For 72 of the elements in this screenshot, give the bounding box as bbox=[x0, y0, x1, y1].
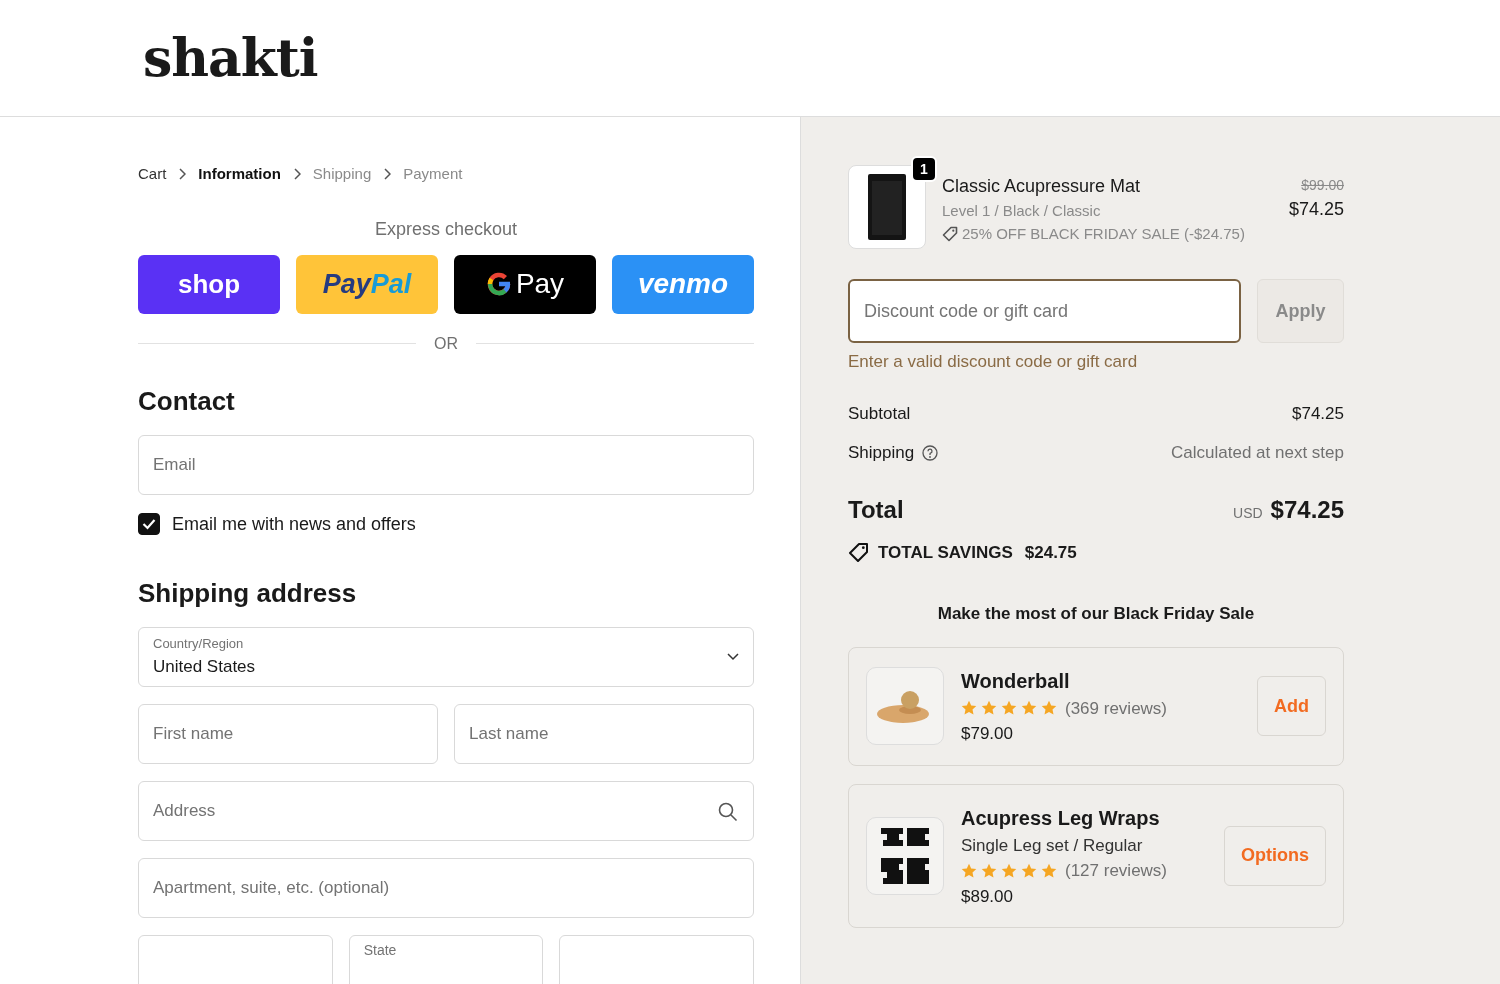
address-field[interactable]: Address bbox=[138, 780, 754, 841]
last-name-field[interactable]: Last name bbox=[454, 703, 754, 764]
currency-code: USD bbox=[1233, 503, 1263, 523]
star-icon bbox=[1041, 862, 1057, 879]
field-value: United States bbox=[153, 655, 256, 678]
product-price: $89.00 bbox=[961, 885, 1014, 908]
divider-text: OR bbox=[434, 333, 458, 354]
tag-icon bbox=[848, 542, 870, 563]
field-label: Country/Region bbox=[153, 635, 245, 653]
quantity-badge: 1 bbox=[911, 156, 937, 182]
apartment-field[interactable]: Apartment, suite, etc. (optional) bbox=[138, 857, 754, 918]
chevron-right-icon bbox=[292, 168, 301, 181]
product-variant: Level 1 / Black / Classic bbox=[942, 201, 1102, 221]
product-name: Wonderball bbox=[961, 668, 1071, 694]
savings-label: TOTAL SAVINGS bbox=[878, 541, 1013, 564]
star-icon bbox=[1021, 700, 1037, 717]
discount-code-field[interactable]: Discount code or gift card bbox=[848, 279, 1241, 343]
tag-icon bbox=[942, 225, 958, 242]
shipping-address-heading: Shipping address bbox=[138, 576, 358, 610]
error-message: Enter a valid discount code or gift card bbox=[848, 351, 1139, 373]
checkmark-icon bbox=[142, 518, 156, 530]
g-logo-icon bbox=[485, 271, 512, 297]
breadcrumb-link[interactable]: Shipping bbox=[312, 163, 372, 186]
city-field[interactable] bbox=[138, 934, 333, 984]
first-name-field[interactable]: First name bbox=[138, 703, 438, 764]
subtotal-value: $74.25 bbox=[1292, 402, 1344, 425]
star-icon bbox=[1001, 700, 1017, 717]
shipping-value: Calculated at next step bbox=[1171, 442, 1344, 464]
star-icon bbox=[1021, 862, 1037, 879]
search-icon bbox=[718, 801, 738, 822]
product-name: Classic Acupressure Mat bbox=[942, 175, 1142, 198]
upsell-title: Make the most of our Black Friday Sale bbox=[936, 603, 1256, 625]
product-variant: Single Leg set / Regular bbox=[961, 834, 1144, 857]
star-icon bbox=[1041, 700, 1057, 717]
express-checkout-title: Express checkout bbox=[373, 217, 519, 241]
savings-value: $24.75 bbox=[1024, 541, 1077, 564]
discount-text: 25% OFF BLACK FRIDAY SALE (-$24.75) bbox=[962, 223, 1245, 244]
gpay-pay-button[interactable]: Pay bbox=[454, 254, 596, 314]
chevron-right-icon bbox=[383, 168, 392, 181]
subtotal-label: Subtotal bbox=[848, 402, 911, 425]
help-icon bbox=[922, 444, 939, 461]
star-icon bbox=[1001, 862, 1017, 879]
product-name: Acupress Leg Wraps bbox=[961, 805, 1161, 831]
country-select[interactable]: Country/Region United States bbox=[138, 626, 754, 687]
star-icon bbox=[981, 862, 997, 879]
chevron-right-icon bbox=[178, 168, 187, 181]
review-count: (369 reviews) bbox=[1065, 697, 1168, 720]
product-price: $74.25 bbox=[1288, 198, 1344, 221]
mat-drawing bbox=[867, 173, 907, 241]
breadcrumb-link[interactable]: Cart bbox=[138, 163, 167, 186]
newsletter-label: Email me with news and offers bbox=[172, 512, 416, 536]
shipping-label: Shipping bbox=[848, 442, 915, 464]
total-label: Total bbox=[848, 494, 904, 525]
contact-heading: Contact bbox=[138, 384, 236, 418]
shop-pay-button[interactable]: shop bbox=[138, 254, 280, 314]
state-select[interactable]: State bbox=[348, 934, 544, 984]
newsletter-checkbox[interactable] bbox=[138, 513, 160, 535]
breadcrumb-link[interactable]: Information bbox=[198, 163, 281, 186]
star-icon bbox=[961, 862, 977, 879]
zip-code-field[interactable] bbox=[559, 934, 754, 984]
paypal-pay-button[interactable]: PayPal bbox=[296, 254, 438, 314]
total-value: $74.25 bbox=[1270, 494, 1344, 525]
star-icon bbox=[981, 700, 997, 717]
star-icon bbox=[961, 700, 977, 717]
email-field[interactable]: Email bbox=[138, 434, 754, 495]
brand-logo[interactable]: shakti bbox=[143, 19, 318, 97]
field-label: State bbox=[363, 940, 398, 960]
chevron-down-icon bbox=[727, 652, 739, 661]
original-price: $99.00 bbox=[1300, 176, 1344, 195]
breadcrumb-link[interactable]: Payment bbox=[403, 163, 463, 186]
review-count: (127 reviews) bbox=[1065, 860, 1168, 882]
product-price: $79.00 bbox=[961, 723, 1014, 745]
